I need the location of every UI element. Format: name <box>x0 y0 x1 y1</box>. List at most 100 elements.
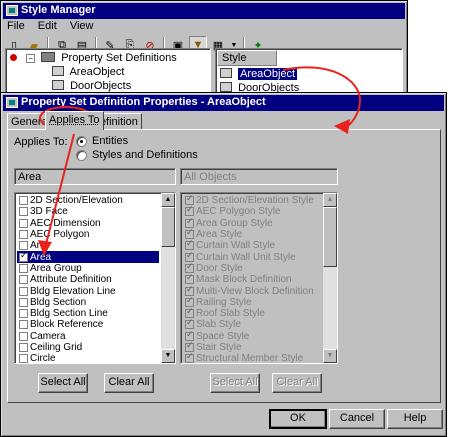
tab-applies-to-label: Applies To <box>49 114 100 126</box>
list-item-label: 2D Section/Elevation Style <box>196 195 314 207</box>
list-item-label: Circle <box>30 353 56 364</box>
radio-entities-label[interactable]: Entities <box>92 135 128 147</box>
list-item-label: AEC Polygon <box>30 229 90 241</box>
checkbox[interactable] <box>19 251 28 262</box>
list-item-label: Ceiling Grid <box>30 342 83 353</box>
list-item[interactable]: Bldg Section <box>17 297 159 308</box>
list-item-label: 3D Face <box>30 206 68 218</box>
list-item: Slab Style <box>183 318 321 331</box>
checkbox[interactable] <box>19 218 28 228</box>
checkbox[interactable] <box>19 320 28 330</box>
list-item[interactable]: 3D Face <box>17 206 159 217</box>
list-item[interactable]: Bldg Elevation Line <box>17 285 159 297</box>
styles-list-items: 2D Section/Elevation StyleAEC Polygon St… <box>183 194 321 363</box>
checkbox <box>185 217 194 228</box>
menu-edit[interactable]: Edit <box>38 20 57 32</box>
checkbox <box>185 318 194 330</box>
checkbox[interactable] <box>19 207 28 217</box>
tree-item-label: AreaObject <box>69 66 125 78</box>
list-item[interactable]: Arc <box>17 240 159 251</box>
checkbox <box>185 262 194 273</box>
list-item-label: Arc <box>30 240 45 252</box>
list-item: Mask Block Definition <box>183 273 321 285</box>
list-item: Area Group Style <box>183 217 321 229</box>
entities-list[interactable]: 2D Section/Elevation 3D Face AEC Dimension… <box>14 192 176 364</box>
list-item-label: Attribute Definition <box>30 274 112 286</box>
entities-scrollbar[interactable]: ▲ ▼ <box>161 193 175 363</box>
list-item-label: Area Group <box>30 262 82 274</box>
list-item[interactable]: AEC Polygon <box>17 229 159 240</box>
menu-view[interactable]: View <box>70 20 94 32</box>
checkbox <box>185 296 194 307</box>
style-column-header[interactable]: Style <box>217 50 277 66</box>
checkbox[interactable] <box>19 297 28 307</box>
list-item[interactable]: Circle <box>17 353 159 364</box>
list-item: Stair Style <box>183 341 321 353</box>
style-manager-titlebar[interactable]: Style Manager <box>3 3 405 19</box>
menu-bar: File Edit View <box>3 20 405 34</box>
checkbox[interactable] <box>19 354 28 363</box>
help-button[interactable]: Help <box>387 409 443 429</box>
list-item[interactable]: Area <box>17 251 159 263</box>
checkbox[interactable] <box>19 331 28 341</box>
checkbox[interactable] <box>19 241 28 251</box>
list-item[interactable]: Bldg Section Line <box>17 308 159 319</box>
list-item-label: AEC Polygon Style <box>196 206 281 218</box>
checkbox[interactable] <box>19 275 28 285</box>
list-item[interactable]: Attribute Definition <box>17 274 159 285</box>
radio-styles-label[interactable]: Styles and Definitions <box>92 149 198 161</box>
list-item: Structural Member Style <box>183 352 321 363</box>
dialog-icon <box>6 97 18 108</box>
list-item[interactable]: AEC Dimension <box>17 218 159 229</box>
radio-styles-definitions[interactable] <box>76 150 87 161</box>
list-item: Area Style <box>183 228 321 240</box>
radio-entities[interactable] <box>76 136 87 147</box>
scroll-thumb[interactable] <box>161 207 175 247</box>
checkbox[interactable] <box>19 263 28 273</box>
object-icon <box>220 68 232 78</box>
checkbox[interactable] <box>19 196 28 206</box>
checkbox[interactable] <box>19 309 28 319</box>
checkbox[interactable] <box>19 286 28 296</box>
checkbox <box>185 285 194 296</box>
list-item: Curtain Wall Unit Style <box>183 251 321 263</box>
scroll-down-icon[interactable]: ▼ <box>161 349 175 363</box>
checkbox <box>185 228 194 240</box>
tree-item-label: DoorObjects <box>70 80 132 92</box>
cancel-button[interactable]: Cancel <box>329 409 385 429</box>
list-item[interactable]: Block Reference <box>17 319 159 330</box>
checkbox <box>185 341 194 352</box>
tree-item[interactable]: AreaObject <box>52 66 124 79</box>
error-dot-icon <box>10 54 17 61</box>
list-item-label: Slab Style <box>196 319 242 331</box>
style-list-item-selected[interactable]: AreaObject <box>220 68 298 81</box>
list-item: Door Style <box>183 262 321 274</box>
entities-filter-field[interactable]: Area <box>14 168 176 185</box>
collapse-icon[interactable]: − <box>26 54 36 63</box>
style-list-label: AreaObject <box>238 68 298 80</box>
applies-to-panel: Applies To: Entities Styles and Definiti… <box>7 129 441 403</box>
dialog-titlebar[interactable]: Property Set Definition Properties - Are… <box>3 95 444 111</box>
checkbox[interactable] <box>19 230 28 240</box>
list-item[interactable]: Camera <box>17 331 159 342</box>
list-item[interactable]: Area Group <box>17 263 159 274</box>
app-icon <box>6 5 18 16</box>
object-icon <box>52 66 64 76</box>
checkbox[interactable] <box>19 343 28 352</box>
menu-file[interactable]: File <box>7 20 25 32</box>
list-item-label: Roof Slab Style <box>196 308 265 320</box>
styles-filter-field: All Objects <box>180 168 338 185</box>
property-set-dialog: Property Set Definition Properties - Are… <box>0 92 447 437</box>
tree-root-row[interactable]: − Property Set Definitions <box>10 52 177 65</box>
list-item-label: Space Style <box>196 330 250 342</box>
tab-applies-to[interactable]: Applies To <box>45 111 104 130</box>
list-item-label: Bldg Section Line <box>30 308 108 320</box>
list-item[interactable]: 2D Section/Elevation <box>17 195 159 206</box>
list-item-label: Camera <box>30 330 66 342</box>
scroll-up-icon[interactable]: ▲ <box>161 193 175 207</box>
list-item[interactable]: Ceiling Grid <box>17 342 159 353</box>
list-item-label: Area Group Style <box>196 217 273 229</box>
select-all-button[interactable]: Select All <box>38 373 88 393</box>
clear-all-button[interactable]: Clear All <box>104 373 154 393</box>
ok-button[interactable]: OK <box>269 409 327 429</box>
